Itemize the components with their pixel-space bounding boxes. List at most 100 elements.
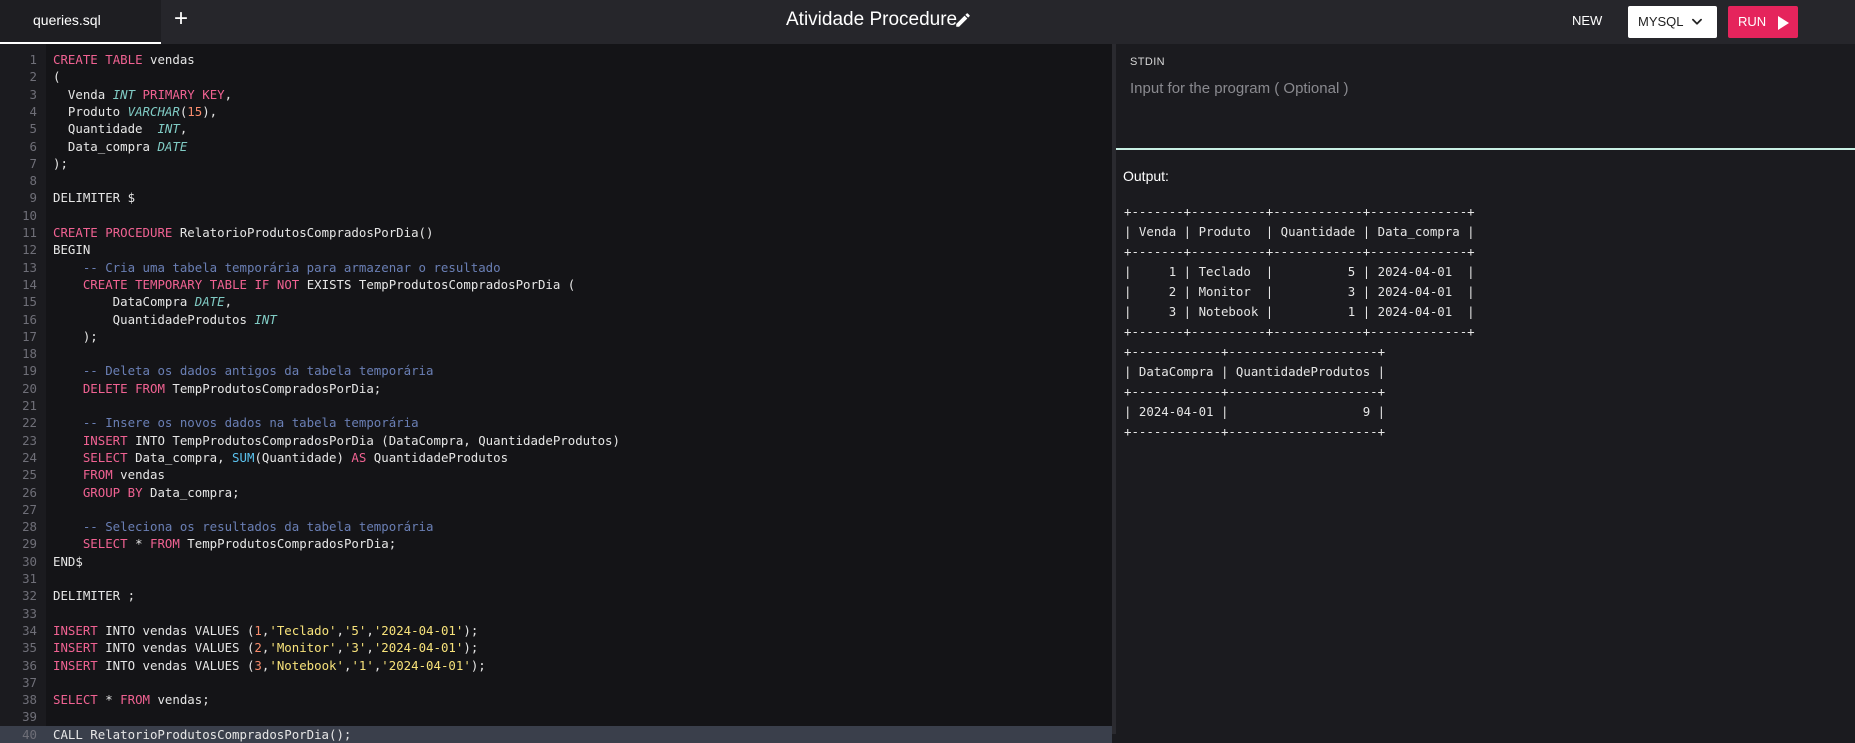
line-number: 9: [29, 190, 37, 206]
code-text[interactable]: -- Insere os novos dados na tabela tempo…: [53, 414, 419, 431]
line-number: 20: [22, 380, 37, 396]
run-button[interactable]: RUN: [1728, 6, 1798, 38]
code-text[interactable]: SELECT * FROM vendas;: [53, 691, 210, 708]
code-line[interactable]: 31: [0, 570, 1112, 587]
code-text[interactable]: Venda INT PRIMARY KEY,: [53, 86, 232, 103]
tab-label: queries.sql: [33, 12, 101, 28]
code-text[interactable]: INSERT INTO vendas VALUES (2,'Monitor','…: [53, 639, 478, 656]
code-line[interactable]: 25 FROM vendas: [0, 466, 1112, 483]
code-line[interactable]: 36 INSERT INTO vendas VALUES (3,'Notebook…: [0, 657, 1112, 674]
project-title: Atividade Procedure: [786, 9, 958, 30]
code-line[interactable]: 15 DataCompra DATE,: [0, 293, 1112, 310]
code-text[interactable]: INSERT INTO TempProdutosCompradosPorDia …: [53, 432, 620, 449]
code-text[interactable]: DataCompra DATE,: [53, 293, 232, 310]
line-number: 30: [22, 553, 37, 569]
code-text[interactable]: SELECT * FROM TempProdutosCompradosPorDi…: [53, 535, 396, 552]
code-text[interactable]: INSERT INTO vendas VALUES (1,'Teclado','…: [53, 622, 478, 639]
code-line[interactable]: 26 GROUP BY Data_compra;: [0, 484, 1112, 501]
output-label: Output:: [1123, 168, 1169, 184]
code-line[interactable]: 2(: [0, 68, 1112, 85]
line-number: 21: [22, 398, 37, 413]
code-text[interactable]: FROM vendas: [53, 466, 165, 483]
code-line[interactable]: 33: [0, 605, 1112, 622]
code-line[interactable]: 16 QuantidadeProdutos INT: [0, 311, 1112, 328]
code-text[interactable]: Produto VARCHAR(15),: [53, 103, 217, 120]
line-number: 28: [22, 519, 37, 535]
code-line[interactable]: 9 DELIMITER $: [0, 189, 1112, 206]
pencil-icon[interactable]: [954, 11, 972, 29]
code-line[interactable]: 6 Data_compra DATE: [0, 138, 1112, 155]
code-line[interactable]: 32 DELIMITER ;: [0, 587, 1112, 604]
code-text[interactable]: -- Seleciona os resultados da tabela tem…: [53, 518, 434, 535]
code-line[interactable]: 24 SELECT Data_compra, SUM(Quantidade) A…: [0, 449, 1112, 466]
line-number: 31: [22, 571, 37, 586]
line-number: 15: [22, 294, 37, 310]
line-number: 6: [29, 138, 37, 154]
code-line[interactable]: 3 Venda INT PRIMARY KEY,: [0, 86, 1112, 103]
code-line[interactable]: 23 INSERT INTO TempProdutosCompradosPorD…: [0, 432, 1112, 449]
code-line[interactable]: 10: [0, 207, 1112, 224]
output-console: +-------+----------+------------+-------…: [1124, 204, 1475, 439]
code-line[interactable]: 12 BEGIN: [0, 241, 1112, 258]
code-line[interactable]: 39: [0, 708, 1112, 725]
stdin-input[interactable]: [1130, 80, 1830, 97]
line-number: 13: [22, 259, 37, 275]
code-line[interactable]: 34 INSERT INTO vendas VALUES (1,'Teclado'…: [0, 622, 1112, 639]
code-text[interactable]: DELETE FROM TempProdutosCompradosPorDia;: [53, 380, 381, 397]
tab-queries-sql[interactable]: queries.sql: [0, 0, 161, 44]
stdin-output-divider[interactable]: [1116, 148, 1855, 150]
code-line[interactable]: 7);: [0, 155, 1112, 172]
code-line[interactable]: 8: [0, 172, 1112, 189]
code-line[interactable]: 14 CREATE TEMPORARY TABLE IF NOT EXISTS …: [0, 276, 1112, 293]
new-button[interactable]: NEW: [1572, 13, 1602, 28]
code-line[interactable]: 38 SELECT * FROM vendas;: [0, 691, 1112, 708]
code-text[interactable]: BEGIN: [53, 241, 90, 258]
language-select[interactable]: MYSQL: [1628, 6, 1717, 38]
code-text[interactable]: Data_compra DATE: [53, 138, 187, 155]
add-tab-button[interactable]: +: [174, 7, 188, 31]
code-text[interactable]: DELIMITER ;: [53, 587, 135, 604]
code-line[interactable]: 40 CALL RelatorioProdutosCompradosPorDia(…: [0, 725, 1112, 743]
code-text[interactable]: -- Deleta os dados antigos da tabela tem…: [53, 362, 434, 379]
line-number: 36: [22, 657, 37, 673]
line-number: 17: [22, 328, 37, 344]
code-text[interactable]: );: [53, 328, 98, 345]
code-line[interactable]: 17 );: [0, 328, 1112, 345]
code-text[interactable]: CREATE PROCEDURE RelatorioProdutosCompra…: [53, 224, 433, 241]
code-line[interactable]: 1 CREATE TABLE vendas: [0, 51, 1112, 68]
line-number: 8: [29, 173, 37, 189]
code-line[interactable]: 22 -- Insere os novos dados na tabela te…: [0, 414, 1112, 431]
code-text[interactable]: CREATE TEMPORARY TABLE IF NOT EXISTS Tem…: [53, 276, 575, 293]
code-text[interactable]: DELIMITER $: [53, 189, 135, 206]
code-line[interactable]: 28 -- Seleciona os resultados da tabela …: [0, 518, 1112, 535]
code-editor[interactable]: 1 CREATE TABLE vendas 2(3 Venda INT PRIMAR…: [0, 44, 1112, 743]
code-line[interactable]: 13 -- Cria uma tabela temporária para ar…: [0, 259, 1112, 276]
code-line[interactable]: 4 Produto VARCHAR(15),: [0, 103, 1112, 120]
code-line[interactable]: 5 Quantidade INT,: [0, 120, 1112, 137]
code-text[interactable]: );: [53, 155, 68, 172]
code-line[interactable]: 27: [0, 501, 1112, 518]
code-text[interactable]: GROUP BY Data_compra;: [53, 484, 240, 501]
code-line[interactable]: 29 SELECT * FROM TempProdutosCompradosPo…: [0, 535, 1112, 552]
code-line[interactable]: 19 -- Deleta os dados antigos da tabela …: [0, 362, 1112, 379]
code-line[interactable]: 30 END$: [0, 553, 1112, 570]
chevron-down-icon: [1692, 18, 1702, 25]
code-text[interactable]: (: [53, 68, 60, 85]
code-text[interactable]: END$: [53, 553, 83, 570]
code-text[interactable]: Quantidade INT,: [53, 120, 187, 137]
code-line[interactable]: 20 DELETE FROM TempProdutosCompradosPorD…: [0, 380, 1112, 397]
code-text[interactable]: SELECT Data_compra, SUM(Quantidade) AS Q…: [53, 449, 508, 466]
code-text[interactable]: CALL RelatorioProdutosCompradosPorDia();: [53, 726, 351, 743]
code-line[interactable]: 35 INSERT INTO vendas VALUES (2,'Monitor'…: [0, 639, 1112, 656]
code-line[interactable]: 18: [0, 345, 1112, 362]
line-number: 10: [22, 207, 37, 223]
code-line[interactable]: 11 CREATE PROCEDURE RelatorioProdutosComp…: [0, 224, 1112, 241]
code-line[interactable]: 21: [0, 397, 1112, 414]
code-text[interactable]: CREATE TABLE vendas: [53, 51, 195, 68]
code-text[interactable]: INSERT INTO vendas VALUES (3,'Notebook',…: [53, 657, 486, 674]
code-line[interactable]: 37: [0, 674, 1112, 691]
line-number: 5: [29, 121, 37, 137]
code-text[interactable]: -- Cria uma tabela temporária para armaz…: [53, 259, 501, 276]
code-text[interactable]: QuantidadeProdutos INT: [53, 311, 277, 328]
line-number: 11: [22, 225, 37, 240]
